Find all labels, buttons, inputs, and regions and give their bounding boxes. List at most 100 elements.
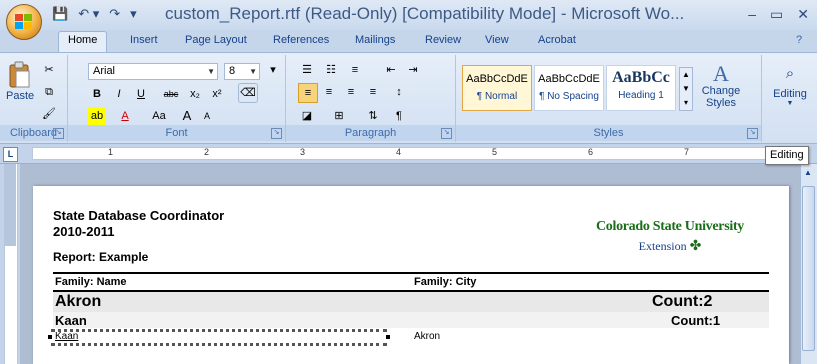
quick-access-toolbar: 💾 ↶ ▾ ↷ ▾ bbox=[52, 6, 137, 22]
ribbon-tabs: Home Insert Page Layout References Maili… bbox=[0, 30, 817, 52]
decrease-indent-icon[interactable]: ⇤ bbox=[382, 61, 400, 79]
align-left-icon[interactable]: ≡ bbox=[298, 83, 318, 103]
shading-icon[interactable]: ◪ bbox=[298, 107, 316, 125]
clipboard-launcher-icon[interactable]: ↘ bbox=[53, 128, 64, 139]
styles-group-label: Styles bbox=[456, 125, 761, 141]
bullets-icon[interactable]: ☰ bbox=[298, 61, 316, 79]
editing-group: ⌕ Editing ▼ bbox=[764, 55, 816, 142]
office-button[interactable] bbox=[6, 4, 42, 40]
bold-button[interactable]: B bbox=[88, 85, 106, 103]
format-painter-icon[interactable]: 🖌 bbox=[40, 105, 58, 123]
undo-icon[interactable]: ↶ ▾ bbox=[78, 6, 99, 22]
highlight-color-icon[interactable]: ab bbox=[88, 107, 106, 125]
align-center-icon[interactable]: ≡ bbox=[320, 83, 338, 101]
tab-selector[interactable]: L bbox=[3, 147, 18, 162]
styles-launcher-icon[interactable]: ↘ bbox=[747, 128, 758, 139]
increase-indent-icon[interactable]: ⇥ bbox=[404, 61, 422, 79]
maximize-button[interactable]: ▭ bbox=[770, 6, 783, 23]
redo-icon[interactable]: ↷ bbox=[109, 6, 120, 22]
line-spacing-icon[interactable]: ↕ bbox=[390, 83, 408, 101]
justify-icon[interactable]: ≡ bbox=[364, 83, 382, 101]
customize-qat-icon[interactable]: ▾ bbox=[130, 6, 137, 22]
vertical-ruler bbox=[0, 164, 20, 364]
italic-button[interactable]: I bbox=[110, 85, 128, 103]
column-header-city: Family: City bbox=[414, 276, 477, 288]
scroll-thumb[interactable] bbox=[802, 186, 815, 351]
document-page[interactable]: State Database Coordinator 2010-2011 Rep… bbox=[33, 186, 789, 364]
paragraph-launcher-icon[interactable]: ↘ bbox=[441, 128, 452, 139]
horizontal-ruler-row: L 1 2 3 4 5 6 7 bbox=[0, 144, 817, 164]
tab-mailings[interactable]: Mailings bbox=[355, 34, 395, 46]
tab-page-layout[interactable]: Page Layout bbox=[185, 34, 247, 46]
grow-font-icon[interactable]: ▾ bbox=[264, 61, 282, 79]
tab-home[interactable]: Home bbox=[58, 31, 108, 52]
ribbon: Paste ✂ ⧉ 🖌 Clipboard ↘ Arial ▼ 8 ▼ ▾ B I … bbox=[0, 52, 817, 144]
chevron-down-icon: ▼ bbox=[786, 100, 794, 107]
strikethrough-button[interactable]: abc bbox=[158, 85, 184, 103]
save-icon[interactable]: 💾 bbox=[52, 6, 68, 22]
4h-clover-icon: ✤ bbox=[689, 239, 702, 254]
csu-extension-logo: Colorado State University Extension ✤ bbox=[595, 219, 745, 254]
shrink-font-button[interactable]: A bbox=[198, 107, 216, 125]
styles-group: AaBbCcDdE ¶ Normal AaBbCcDdE ¶ No Spacin… bbox=[456, 55, 762, 142]
sort-icon[interactable]: ⇅ bbox=[364, 107, 382, 125]
tab-view[interactable]: View bbox=[485, 34, 509, 46]
binoculars-icon: ⌕ bbox=[785, 65, 795, 82]
selected-text-frame[interactable] bbox=[48, 329, 390, 346]
tab-review[interactable]: Review bbox=[425, 34, 461, 46]
close-button[interactable]: ✕ bbox=[797, 6, 809, 23]
paragraph-group-label: Paragraph bbox=[286, 125, 455, 141]
copy-icon[interactable]: ⧉ bbox=[40, 83, 58, 101]
cut-icon[interactable]: ✂ bbox=[40, 61, 58, 79]
subscript-button[interactable]: x₂ bbox=[186, 85, 204, 103]
header-rule bbox=[53, 272, 769, 274]
font-launcher-icon[interactable]: ↘ bbox=[271, 128, 282, 139]
multilevel-list-icon[interactable]: ≡ bbox=[346, 61, 364, 79]
title-bar: 💾 ↶ ▾ ↷ ▾ custom_Report.rtf (Read-Only) … bbox=[0, 0, 817, 30]
font-color-icon[interactable]: A bbox=[116, 107, 134, 125]
font-group-label: Font bbox=[68, 125, 285, 141]
underline-button[interactable]: U bbox=[132, 85, 150, 103]
tab-references[interactable]: References bbox=[273, 34, 329, 46]
tab-insert[interactable]: Insert bbox=[130, 34, 158, 46]
scroll-up-icon[interactable]: ▲ bbox=[804, 168, 812, 177]
style-normal[interactable]: AaBbCcDdE ¶ Normal bbox=[462, 65, 532, 111]
minimize-button[interactable]: – bbox=[748, 6, 756, 23]
styles-scroll-icon[interactable]: ▲ ▼ ▾ bbox=[679, 67, 693, 111]
numbering-icon[interactable]: ☷ bbox=[322, 61, 340, 79]
chevron-down-icon: ▼ bbox=[249, 67, 257, 76]
clipboard-group: Paste ✂ ⧉ 🖌 Clipboard ↘ bbox=[0, 55, 68, 142]
help-icon[interactable]: ? bbox=[796, 34, 802, 46]
frame-handle bbox=[386, 335, 390, 339]
change-case-button[interactable]: Aa bbox=[146, 107, 172, 125]
frame-handle bbox=[48, 335, 52, 339]
style-heading-1[interactable]: AaBbCc Heading 1 bbox=[606, 65, 676, 111]
group-row-kaan: Kaan Count:1 bbox=[53, 312, 769, 328]
style-no-spacing[interactable]: AaBbCcDdE ¶ No Spacing bbox=[534, 65, 604, 111]
font-family-combo[interactable]: Arial ▼ bbox=[88, 63, 218, 80]
font-size-combo[interactable]: 8 ▼ bbox=[224, 63, 260, 80]
clear-formatting-icon[interactable]: ⌫ bbox=[238, 83, 258, 103]
vertical-scrollbar[interactable]: ▲ bbox=[800, 164, 817, 364]
group-row-akron: Akron Count:2 bbox=[53, 292, 769, 312]
chevron-down-icon: ▼ bbox=[207, 67, 215, 76]
change-styles-button[interactable]: A Change Styles bbox=[696, 61, 746, 109]
paste-button[interactable]: Paste bbox=[6, 61, 34, 102]
window-controls: – ▭ ✕ bbox=[748, 6, 809, 23]
horizontal-ruler[interactable]: 1 2 3 4 5 6 7 bbox=[32, 147, 800, 160]
row-name-cell: Kaan bbox=[55, 331, 79, 342]
font-group: Arial ▼ 8 ▼ ▾ B I U abc x₂ x² ⌫ ab A Aa A … bbox=[68, 55, 286, 142]
borders-icon[interactable]: ⊞ bbox=[330, 107, 348, 125]
report-name: Report: Example bbox=[53, 250, 149, 264]
grow-font-button[interactable]: A bbox=[178, 107, 196, 125]
window-title: custom_Report.rtf (Read-Only) [Compatibi… bbox=[165, 4, 685, 23]
align-right-icon[interactable]: ≡ bbox=[342, 83, 360, 101]
superscript-button[interactable]: x² bbox=[208, 85, 226, 103]
column-header-name: Family: Name bbox=[55, 276, 127, 288]
show-formatting-icon[interactable]: ¶ bbox=[390, 107, 408, 125]
paragraph-group: ☰ ☷ ≡ ⇤ ⇥ ≡ ≡ ≡ ≡ ↕ ◪ ⊞ ⇅ ¶ Paragraph ↘ bbox=[286, 55, 456, 142]
report-year: 2010-2011 bbox=[53, 224, 115, 239]
row-city-cell: Akron bbox=[414, 331, 441, 342]
editing-button[interactable]: ⌕ Editing ▼ bbox=[768, 65, 812, 107]
tab-acrobat[interactable]: Acrobat bbox=[538, 34, 576, 46]
